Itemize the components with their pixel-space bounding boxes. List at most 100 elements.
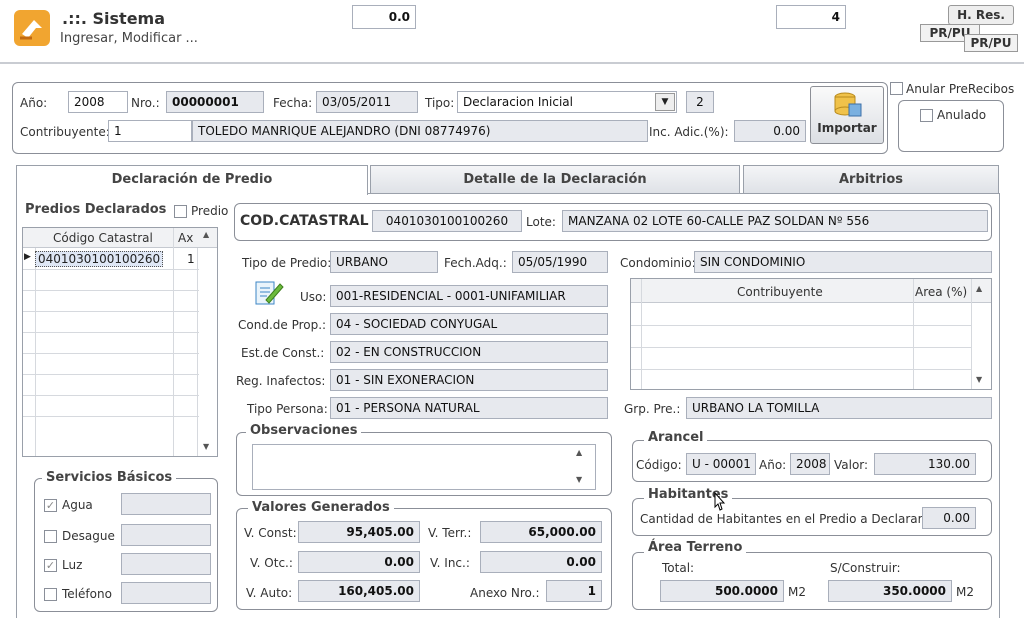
tipo-label: Tipo:	[425, 96, 455, 110]
tipo-select[interactable]: Declaracion Inicial	[457, 91, 677, 113]
est-const-label: Est.de Const.:	[241, 346, 325, 360]
anulado-label: Anulado	[937, 108, 987, 122]
lote-label: Lote:	[526, 215, 556, 229]
contrib-scroll-up-icon[interactable]: ▲	[976, 284, 982, 293]
anio-label: Año:	[20, 96, 48, 110]
reg-inafectos-field[interactable]: 01 - SIN EXONERACION	[330, 369, 608, 391]
predios-col-codigo: Código Catastral	[53, 231, 153, 245]
importar-button[interactable]: Importar	[810, 86, 884, 144]
chevron-down-icon[interactable]: ▼	[655, 93, 675, 111]
predios-grid[interactable]: Código Catastral Ax ▲ ▼ ▶ 04010301001002…	[22, 227, 218, 457]
tipo-predio-field[interactable]: URBANO	[330, 251, 438, 273]
app-logo-icon	[12, 8, 52, 48]
valores-title: Valores Generados	[248, 500, 394, 515]
uso-field[interactable]: 001-RESIDENCIAL - 0001-UNIFAMILIAR	[330, 285, 608, 307]
top-divider	[0, 62, 1024, 64]
tipo-select-value: Declaracion Inicial	[463, 95, 573, 109]
telefono-checkbox[interactable]	[44, 588, 57, 601]
vinc-label: V. Inc.:	[430, 556, 470, 570]
inc-adic-label: Inc. Adic.(%):	[649, 125, 729, 139]
contribuyente-label: Contribuyente:	[20, 125, 110, 139]
predios-scroll-up-icon[interactable]: ▲	[203, 230, 209, 239]
lote-field[interactable]: MANZANA 02 LOTE 60-CALLE PAZ SOLDAN Nº 5…	[562, 210, 988, 232]
grp-pre-label: Grp. Pre.:	[624, 402, 681, 416]
anular-prerecibos-label: Anular PreRecibos	[906, 82, 1015, 96]
predio-checkbox[interactable]	[174, 205, 187, 218]
fecha-label: Fecha:	[273, 96, 313, 110]
obs-scroll-up-icon[interactable]: ▲	[576, 448, 582, 457]
catastral-label: COD.CATASTRAL	[240, 213, 369, 229]
tipo-persona-field[interactable]: 01 - PERSONA NATURAL	[330, 397, 608, 419]
habitantes-label: Cantidad de Habitantes en el Predio a De…	[640, 512, 927, 526]
row-pointer-icon: ▶	[24, 252, 31, 262]
prpu-button-2[interactable]: PR/PU	[964, 34, 1018, 52]
telefono-field[interactable]	[121, 582, 211, 604]
agua-checkbox[interactable]: ✓	[44, 499, 57, 512]
obs-scroll-down-icon[interactable]: ▼	[576, 475, 582, 484]
telefono-label: Teléfono	[62, 587, 112, 601]
luz-field[interactable]	[121, 553, 211, 575]
nro-label: Nro.:	[131, 96, 160, 110]
table-row[interactable]: ▶ 0401030100100260 1	[23, 249, 197, 269]
cond-prop-label: Cond.de Prop.:	[238, 318, 327, 332]
cond-prop-field[interactable]: 04 - SOCIEDAD CONYUGAL	[330, 313, 608, 335]
contribuyente-grid[interactable]: Contribuyente Area (%) ▲ ▼	[630, 278, 992, 390]
vauto-label: V. Auto:	[246, 586, 293, 600]
area-sc-field: 350.0000	[828, 580, 952, 602]
contrib-grid-col-area: Area (%)	[915, 285, 968, 299]
habitantes-field[interactable]: 0.00	[922, 507, 976, 529]
observaciones-textarea[interactable]	[252, 444, 596, 490]
arancel-title: Arancel	[644, 430, 708, 445]
vauto-field: 160,405.00	[298, 580, 420, 602]
vinc-field: 0.00	[480, 551, 602, 573]
contribuyente-name-field: TOLEDO MANRIQUE ALEJANDRO (DNI 08774976)	[192, 120, 648, 142]
agua-field[interactable]	[121, 493, 211, 515]
anular-prerecibos-checkbox[interactable]	[890, 82, 903, 95]
inc-adic-field[interactable]: 0.00	[734, 120, 806, 142]
fecha-field[interactable]: 03/05/2011	[316, 91, 418, 113]
importar-label: Importar	[817, 121, 877, 135]
vconst-field: 95,405.00	[298, 521, 420, 543]
est-const-field[interactable]: 02 - EN CONSTRUCCION	[330, 341, 608, 363]
top-value-a: 0.0	[352, 5, 416, 29]
luz-checkbox[interactable]: ✓	[44, 559, 57, 572]
condominio-field[interactable]: SIN CONDOMINIO	[694, 251, 992, 273]
arancel-codigo-field: U - 00001	[686, 453, 756, 475]
desague-field[interactable]	[121, 524, 211, 546]
header-panel	[12, 82, 888, 154]
contrib-scroll-down-icon[interactable]: ▼	[976, 375, 982, 384]
uso-label: Uso:	[300, 290, 327, 304]
document-edit-icon[interactable]	[252, 276, 284, 308]
area-title: Área Terreno	[644, 540, 747, 555]
anio-input[interactable]: 2008	[68, 91, 128, 113]
grp-pre-field[interactable]: URBANO LA TOMILLA	[686, 397, 992, 419]
mouse-cursor-icon	[710, 491, 726, 516]
nro-field: 00000001	[166, 91, 264, 113]
tab-detalle-declaracion[interactable]: Detalle de la Declaración	[370, 165, 740, 194]
row-ax: 1	[187, 252, 195, 266]
arancel-valor-label: Valor:	[834, 458, 869, 472]
arancel-anio-field: 2008	[790, 453, 830, 475]
tab-arbitrios[interactable]: Arbitrios	[743, 165, 999, 194]
area-total-field: 500.0000	[660, 580, 784, 602]
agua-label: Agua	[62, 498, 93, 512]
luz-label: Luz	[62, 558, 83, 572]
predios-title: Predios Declarados	[25, 202, 167, 217]
vterr-field: 65,000.00	[480, 521, 602, 543]
fech-adq-field[interactable]: 05/05/1990	[512, 251, 608, 273]
desague-checkbox[interactable]	[44, 530, 57, 543]
tab-declaracion-predio[interactable]: Declaración de Predio	[16, 165, 368, 195]
arancel-anio-label: Año:	[759, 458, 787, 472]
area-total-label: Total:	[662, 561, 695, 575]
condominio-label: Condominio:	[620, 256, 696, 270]
predio-checkbox-label: Predio	[191, 204, 229, 218]
servicios-title: Servicios Básicos	[42, 470, 177, 485]
anulado-checkbox[interactable]	[920, 109, 933, 122]
anexo-field: 1	[546, 580, 602, 602]
contribuyente-id-input[interactable]: 1	[108, 120, 192, 142]
database-icon	[834, 92, 862, 117]
area-sc-label: S/Construir:	[830, 561, 901, 575]
predios-col-ax: Ax	[178, 231, 194, 245]
predios-scroll-down-icon[interactable]: ▼	[203, 442, 209, 451]
hres-button[interactable]: H. Res.	[948, 5, 1014, 25]
